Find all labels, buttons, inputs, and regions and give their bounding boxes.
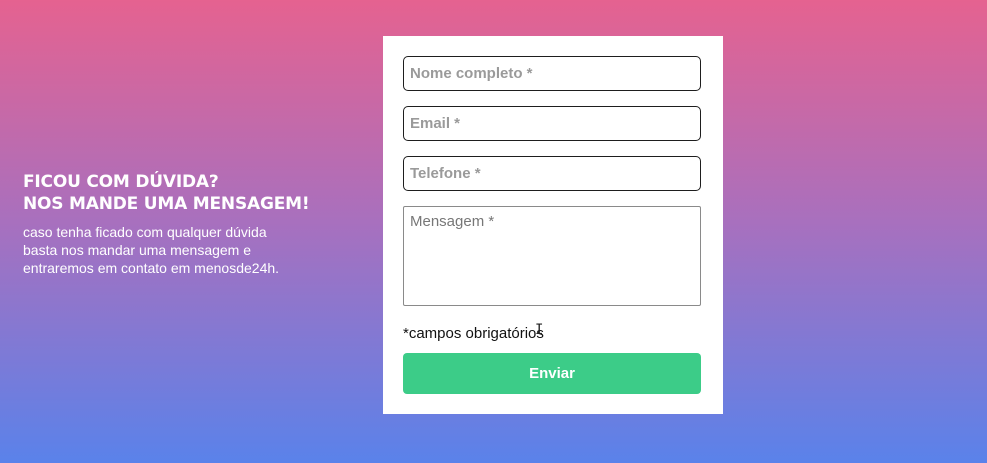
phone-field[interactable] <box>403 156 701 191</box>
contact-form: *campos obrigatórios I Enviar <box>383 36 723 414</box>
email-field[interactable] <box>403 106 701 141</box>
message-field[interactable] <box>403 206 701 306</box>
heading-line-1: FICOU COM DÚVIDA? <box>23 172 219 192</box>
required-fields-note: *campos obrigatórios <box>403 325 544 342</box>
intro-description: caso tenha ficado com qualquer dúvida ba… <box>23 224 280 276</box>
intro-heading: FICOU COM DÚVIDA? NOS MANDE UMA MENSAGEM… <box>23 171 323 215</box>
name-field[interactable] <box>403 56 701 91</box>
send-button[interactable]: Enviar <box>403 353 701 394</box>
contact-intro: FICOU COM DÚVIDA? NOS MANDE UMA MENSAGEM… <box>23 171 323 277</box>
heading-line-2: NOS MANDE UMA MENSAGEM! <box>23 194 310 214</box>
text-cursor-icon: I <box>535 322 544 338</box>
